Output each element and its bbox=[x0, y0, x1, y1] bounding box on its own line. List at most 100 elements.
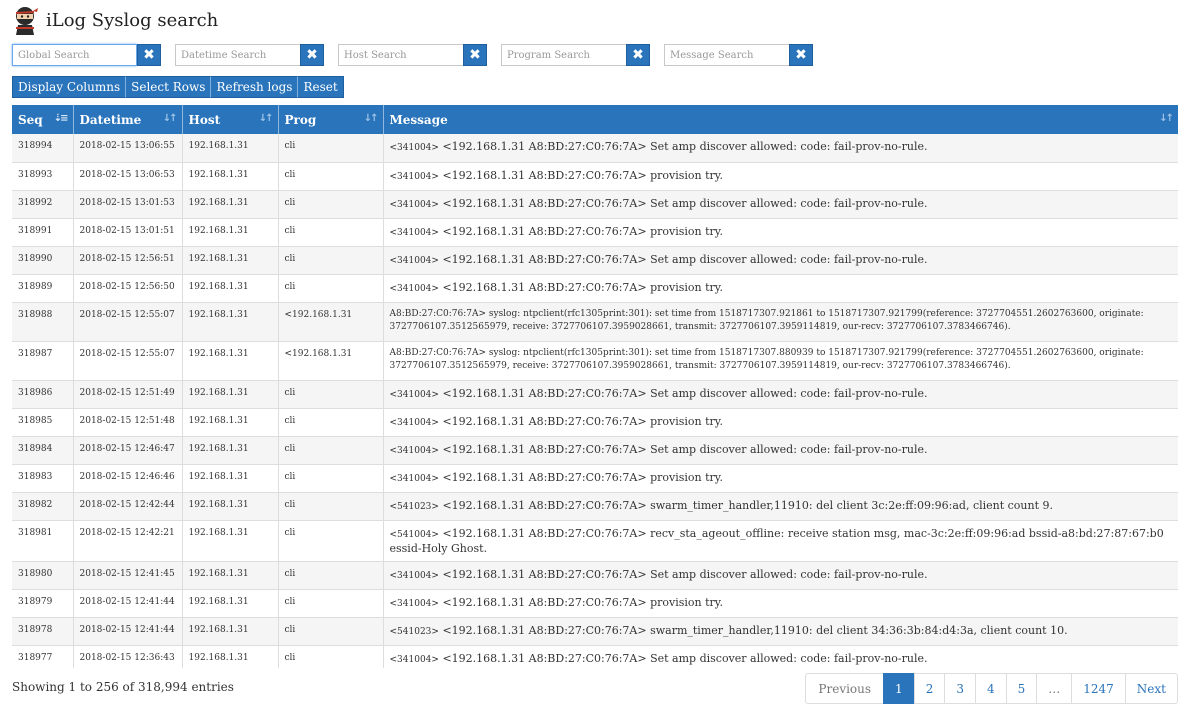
table-row[interactable]: 318989 2018-02-15 12:56:50 192.168.1.31 cli… bbox=[12, 274, 1178, 303]
close-icon: ✖ bbox=[143, 47, 155, 63]
message-search-input[interactable] bbox=[664, 44, 789, 66]
table-row[interactable]: 318985 2018-02-15 12:51:48 192.168.1.31 cli… bbox=[12, 408, 1178, 437]
datetime-cell: 2018-02-15 12:46:47 bbox=[73, 436, 183, 465]
prog-cell: cli bbox=[278, 645, 384, 668]
refresh-logs-button[interactable]: Refresh logs bbox=[210, 76, 299, 98]
message-cell: <341004> <192.168.1.31 A8:BD:27:C0:76:7A… bbox=[383, 134, 1178, 163]
table-row[interactable]: 318982 2018-02-15 12:42:44 192.168.1.31 cli… bbox=[12, 492, 1178, 521]
prog-cell: cli bbox=[278, 408, 384, 437]
page-button-2[interactable]: 2 bbox=[913, 673, 946, 704]
table-row[interactable]: 318979 2018-02-15 12:41:44 192.168.1.31 cli… bbox=[12, 589, 1178, 618]
column-header-datetime[interactable]: Datetime ↓↑ bbox=[73, 105, 183, 134]
next-page-button[interactable]: Next bbox=[1124, 673, 1178, 704]
table-row[interactable]: 318987 2018-02-15 12:55:07 192.168.1.31 <19… bbox=[12, 341, 1178, 381]
message-cell: <341004> <192.168.1.31 A8:BD:27:C0:76:7A… bbox=[383, 561, 1178, 590]
datetime-cell: 2018-02-15 12:41:44 bbox=[73, 617, 183, 646]
table-row[interactable]: 318981 2018-02-15 12:42:21 192.168.1.31 cli… bbox=[12, 520, 1178, 562]
datetime-cell: 2018-02-15 12:56:51 bbox=[73, 246, 183, 275]
select-rows-button[interactable]: Select Rows bbox=[125, 76, 212, 98]
prog-cell: cli bbox=[278, 561, 384, 590]
log-table: Seq ⇣≡ Datetime ↓↑ Host ↓↑ Prog ↓↑ Message ↓↑… bbox=[12, 105, 1178, 668]
table-row[interactable]: 318990 2018-02-15 12:56:51 192.168.1.31 cli… bbox=[12, 246, 1178, 275]
table-row[interactable]: 318994 2018-02-15 13:06:55 192.168.1.31 cli… bbox=[12, 134, 1178, 163]
table-row[interactable]: 318993 2018-02-15 13:06:53 192.168.1.31 cli… bbox=[12, 162, 1178, 191]
message-code: <341004> bbox=[389, 473, 439, 484]
message-cell: A8:BD:27:C0:76:7A> syslog: ntpclient(rfc… bbox=[383, 341, 1178, 381]
table-row[interactable]: 318980 2018-02-15 12:41:45 192.168.1.31 cli… bbox=[12, 561, 1178, 590]
message-code: <341004> bbox=[389, 654, 439, 665]
log-table-container[interactable]: Seq ⇣≡ Datetime ↓↑ Host ↓↑ Prog ↓↑ Message ↓↑… bbox=[12, 105, 1178, 668]
column-header-prog[interactable]: Prog ↓↑ bbox=[278, 105, 384, 134]
column-header-host[interactable]: Host ↓↑ bbox=[182, 105, 279, 134]
message-text: <192.168.1.31 A8:BD:27:C0:76:7A> provisi… bbox=[442, 168, 724, 182]
close-icon: ✖ bbox=[795, 47, 807, 63]
message-code: <341004> bbox=[389, 227, 439, 238]
message-text: <192.168.1.31 A8:BD:27:C0:76:7A> Set amp… bbox=[442, 651, 928, 665]
seq-cell: 318991 bbox=[12, 218, 74, 247]
table-row[interactable]: 318984 2018-02-15 12:46:47 192.168.1.31 cli… bbox=[12, 436, 1178, 465]
program-search-input[interactable] bbox=[501, 44, 626, 66]
host-cell: 192.168.1.31 bbox=[182, 218, 279, 247]
seq-cell: 318977 bbox=[12, 645, 74, 668]
datetime-cell: 2018-02-15 12:36:43 bbox=[73, 645, 183, 668]
previous-page-button[interactable]: Previous bbox=[805, 673, 885, 704]
column-header-seq[interactable]: Seq ⇣≡ bbox=[12, 105, 74, 134]
message-cell: <341004> <192.168.1.31 A8:BD:27:C0:76:7A… bbox=[383, 645, 1178, 668]
table-row[interactable]: 318986 2018-02-15 12:51:49 192.168.1.31 cli… bbox=[12, 380, 1178, 409]
seq-cell: 318988 bbox=[12, 302, 74, 342]
table-row[interactable]: 318991 2018-02-15 13:01:51 192.168.1.31 cli… bbox=[12, 218, 1178, 247]
column-search-bar: ✖ ✖ ✖ ✖ ✖ bbox=[12, 44, 827, 66]
display-columns-button[interactable]: Display Columns bbox=[12, 76, 127, 98]
reset-button[interactable]: Reset bbox=[297, 76, 344, 98]
prog-cell: cli bbox=[278, 436, 384, 465]
table-row[interactable]: 318988 2018-02-15 12:55:07 192.168.1.31 <19… bbox=[12, 302, 1178, 342]
message-cell: <341004> <192.168.1.31 A8:BD:27:C0:76:7A… bbox=[383, 380, 1178, 409]
host-cell: 192.168.1.31 bbox=[182, 645, 279, 668]
table-row[interactable]: 318992 2018-02-15 13:01:53 192.168.1.31 cli… bbox=[12, 190, 1178, 219]
prog-cell: cli bbox=[278, 520, 384, 562]
host-search-clear-button[interactable]: ✖ bbox=[463, 44, 487, 66]
message-code: <541004> bbox=[389, 529, 439, 540]
message-text: <192.168.1.31 A8:BD:27:C0:76:7A> provisi… bbox=[442, 280, 724, 294]
message-code: <341004> bbox=[389, 445, 439, 456]
global-search-clear-button[interactable]: ✖ bbox=[137, 44, 161, 66]
message-code: <341004> bbox=[389, 199, 439, 210]
global-search-input[interactable] bbox=[12, 44, 137, 66]
prog-cell: cli bbox=[278, 218, 384, 247]
table-row[interactable]: 318978 2018-02-15 12:41:44 192.168.1.31 cli… bbox=[12, 617, 1178, 646]
host-cell: 192.168.1.31 bbox=[182, 408, 279, 437]
page-button-1247[interactable]: 1247 bbox=[1071, 673, 1126, 704]
prog-cell: cli bbox=[278, 274, 384, 303]
sort-both-icon: ↓↑ bbox=[258, 113, 274, 124]
toolbar: Display Columns Select Rows Refresh logs… bbox=[12, 76, 344, 98]
table-row[interactable]: 318977 2018-02-15 12:36:43 192.168.1.31 cli… bbox=[12, 645, 1178, 668]
message-text: <192.168.1.31 A8:BD:27:C0:76:7A> swarm_t… bbox=[442, 623, 1068, 637]
host-search-input[interactable] bbox=[338, 44, 463, 66]
sort-both-icon: ↓↑ bbox=[162, 113, 178, 124]
message-cell: <341004> <192.168.1.31 A8:BD:27:C0:76:7A… bbox=[383, 589, 1178, 618]
page-button-4[interactable]: 4 bbox=[974, 673, 1007, 704]
message-cell: <341004> <192.168.1.31 A8:BD:27:C0:76:7A… bbox=[383, 246, 1178, 275]
seq-cell: 318978 bbox=[12, 617, 74, 646]
prog-cell: cli bbox=[278, 162, 384, 191]
column-header-message[interactable]: Message ↓↑ bbox=[383, 105, 1178, 134]
message-cell: <341004> <192.168.1.31 A8:BD:27:C0:76:7A… bbox=[383, 436, 1178, 465]
message-search-clear-button[interactable]: ✖ bbox=[789, 44, 813, 66]
message-text: <192.168.1.31 A8:BD:27:C0:76:7A> Set amp… bbox=[442, 442, 928, 456]
datetime-cell: 2018-02-15 13:06:55 bbox=[73, 134, 183, 163]
page-button-5[interactable]: 5 bbox=[1005, 673, 1038, 704]
datetime-cell: 2018-02-15 12:41:45 bbox=[73, 561, 183, 590]
page-button-1[interactable]: 1 bbox=[883, 673, 915, 704]
datetime-search-group: ✖ bbox=[175, 44, 324, 66]
seq-cell: 318979 bbox=[12, 589, 74, 618]
host-cell: 192.168.1.31 bbox=[182, 341, 279, 381]
datetime-cell: 2018-02-15 12:46:46 bbox=[73, 464, 183, 493]
message-cell: <541023> <192.168.1.31 A8:BD:27:C0:76:7A… bbox=[383, 617, 1178, 646]
datetime-search-clear-button[interactable]: ✖ bbox=[300, 44, 324, 66]
program-search-clear-button[interactable]: ✖ bbox=[626, 44, 650, 66]
global-search-group: ✖ bbox=[12, 44, 161, 66]
datetime-cell: 2018-02-15 12:55:07 bbox=[73, 302, 183, 342]
page-button-3[interactable]: 3 bbox=[944, 673, 976, 704]
datetime-search-input[interactable] bbox=[175, 44, 300, 66]
table-row[interactable]: 318983 2018-02-15 12:46:46 192.168.1.31 cli… bbox=[12, 464, 1178, 493]
